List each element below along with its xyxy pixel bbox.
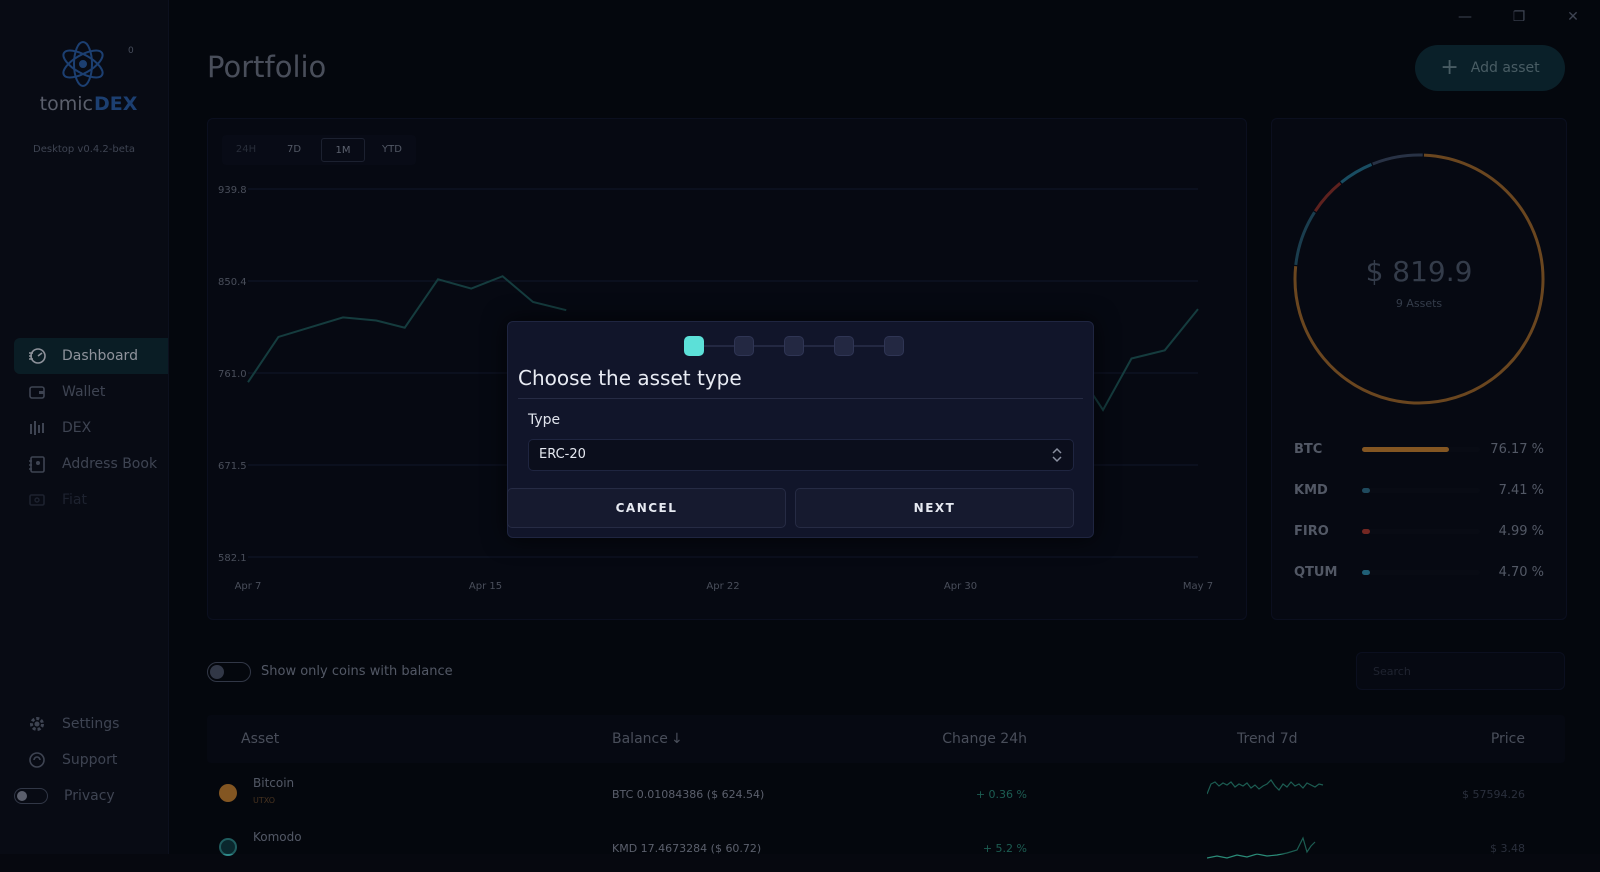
step-5 xyxy=(884,336,904,356)
step-connector xyxy=(754,345,784,347)
modal-title: Choose the asset type xyxy=(518,366,742,390)
step-3 xyxy=(784,336,804,356)
step-connector xyxy=(854,345,884,347)
type-label: Type xyxy=(528,412,561,428)
modal-divider xyxy=(518,398,1083,399)
asset-type-value: ERC-20 xyxy=(539,447,586,462)
step-2 xyxy=(734,336,754,356)
wizard-steps xyxy=(684,336,904,356)
select-chevron-icon xyxy=(1052,447,1062,463)
step-4 xyxy=(834,336,854,356)
step-connector xyxy=(704,345,734,347)
app-window: — ❐ ✕ atomic DEX 0 Desktop v0.4.2-beta xyxy=(0,0,1600,859)
next-button[interactable]: NEXT xyxy=(795,488,1074,528)
cancel-button[interactable]: CANCEL xyxy=(507,488,786,528)
add-asset-modal: Choose the asset type Type ERC-20 CANCEL… xyxy=(507,321,1094,538)
step-1 xyxy=(684,336,704,356)
step-connector xyxy=(804,345,834,347)
asset-type-select[interactable]: ERC-20 xyxy=(528,439,1074,471)
